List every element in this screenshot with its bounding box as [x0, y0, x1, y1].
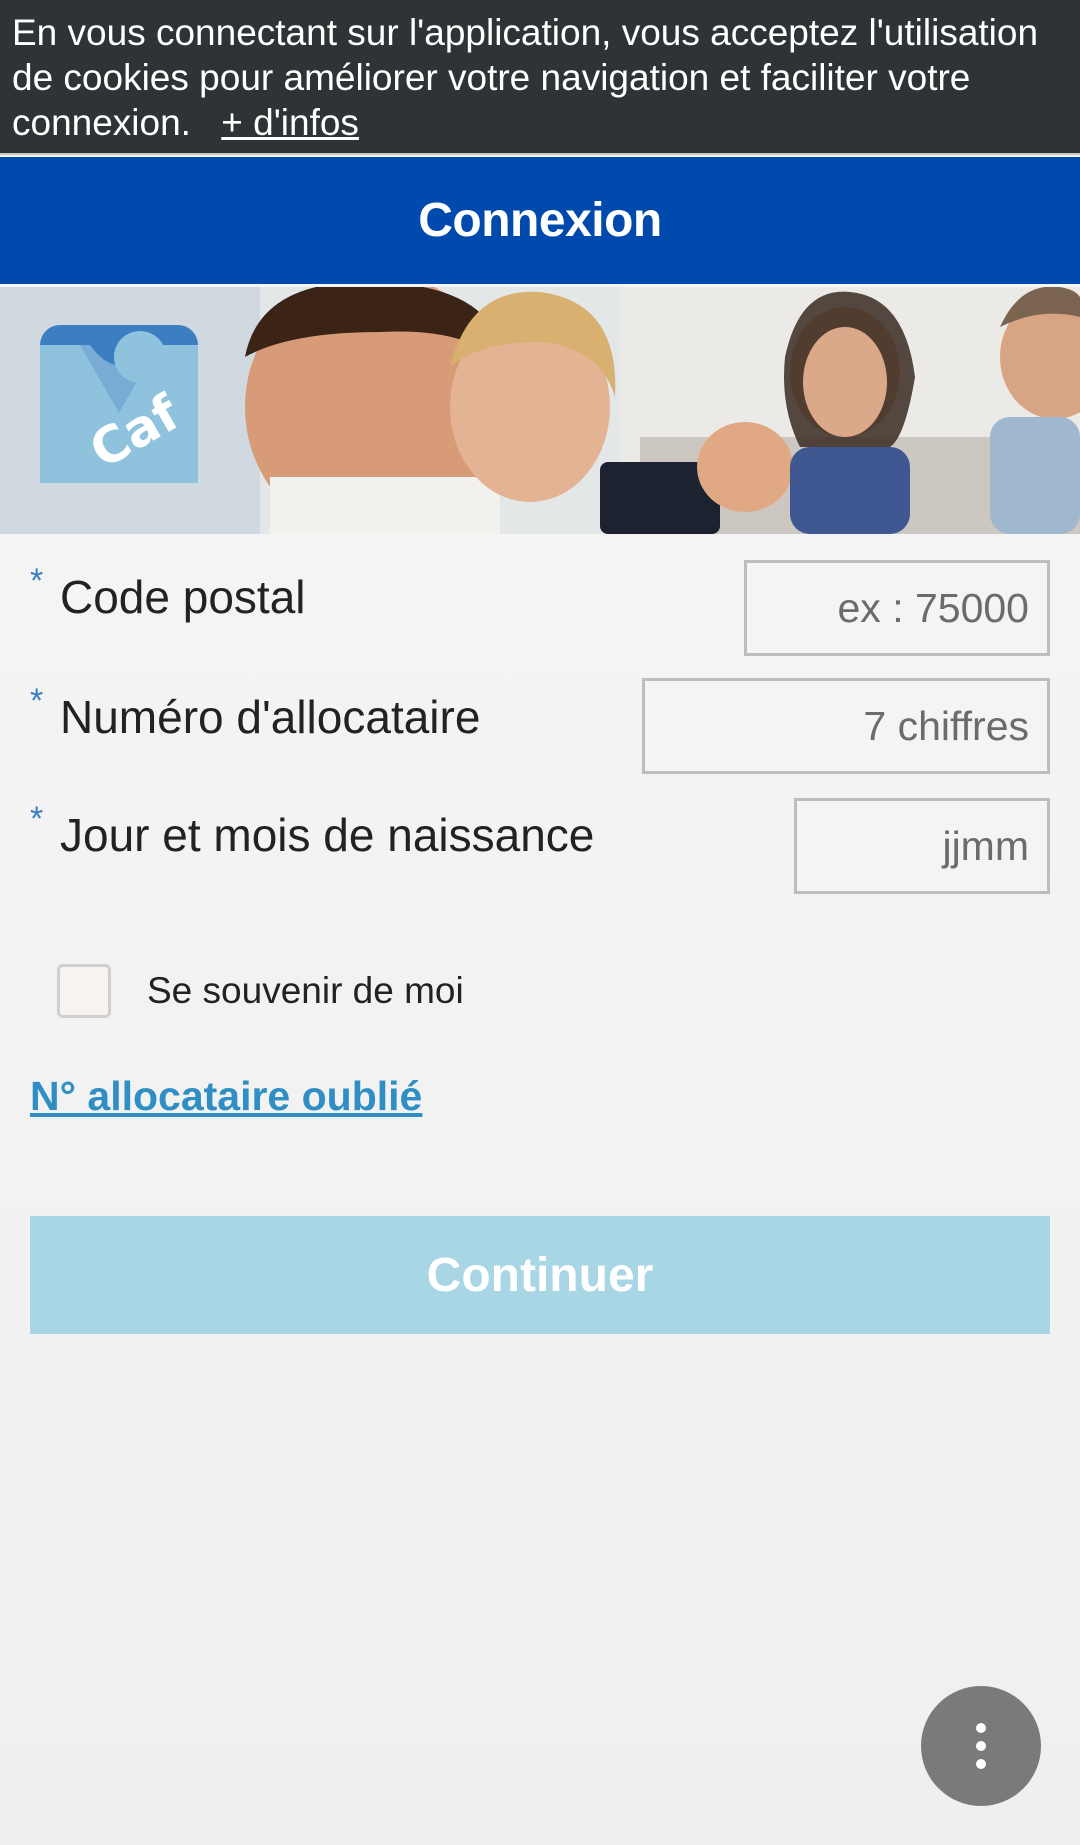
remember-me[interactable]: Se souvenir de moi: [57, 964, 464, 1018]
more-vertical-icon: [976, 1723, 986, 1769]
cookie-banner: En vous connectant sur l'application, vo…: [0, 0, 1080, 155]
allocataire-number-input[interactable]: [642, 678, 1050, 774]
page-header: Connexion: [0, 157, 1080, 284]
birth-date-label: Jour et mois de naissance: [60, 809, 595, 861]
hero-banner: Caf: [0, 287, 1080, 534]
more-info-link[interactable]: + d'infos: [221, 102, 359, 143]
postal-code-input[interactable]: [744, 560, 1050, 656]
required-mark: *: [30, 562, 44, 600]
required-mark: *: [30, 800, 44, 838]
caf-logo: Caf: [40, 325, 198, 483]
remember-me-checkbox[interactable]: [57, 964, 111, 1018]
required-mark: *: [30, 682, 44, 720]
allocataire-number-label: Numéro d'allocataire: [60, 691, 481, 743]
continue-button[interactable]: Continuer: [30, 1216, 1050, 1334]
overflow-menu-button[interactable]: [921, 1686, 1041, 1806]
postal-code-label: Code postal: [60, 571, 306, 623]
forgot-allocataire-link[interactable]: N° allocataire oublié: [30, 1073, 422, 1120]
page-title: Connexion: [418, 194, 662, 247]
cookie-banner-text: En vous connectant sur l'application, vo…: [12, 12, 1039, 143]
remember-me-label: Se souvenir de moi: [147, 970, 464, 1011]
birth-date-input[interactable]: [794, 798, 1050, 894]
